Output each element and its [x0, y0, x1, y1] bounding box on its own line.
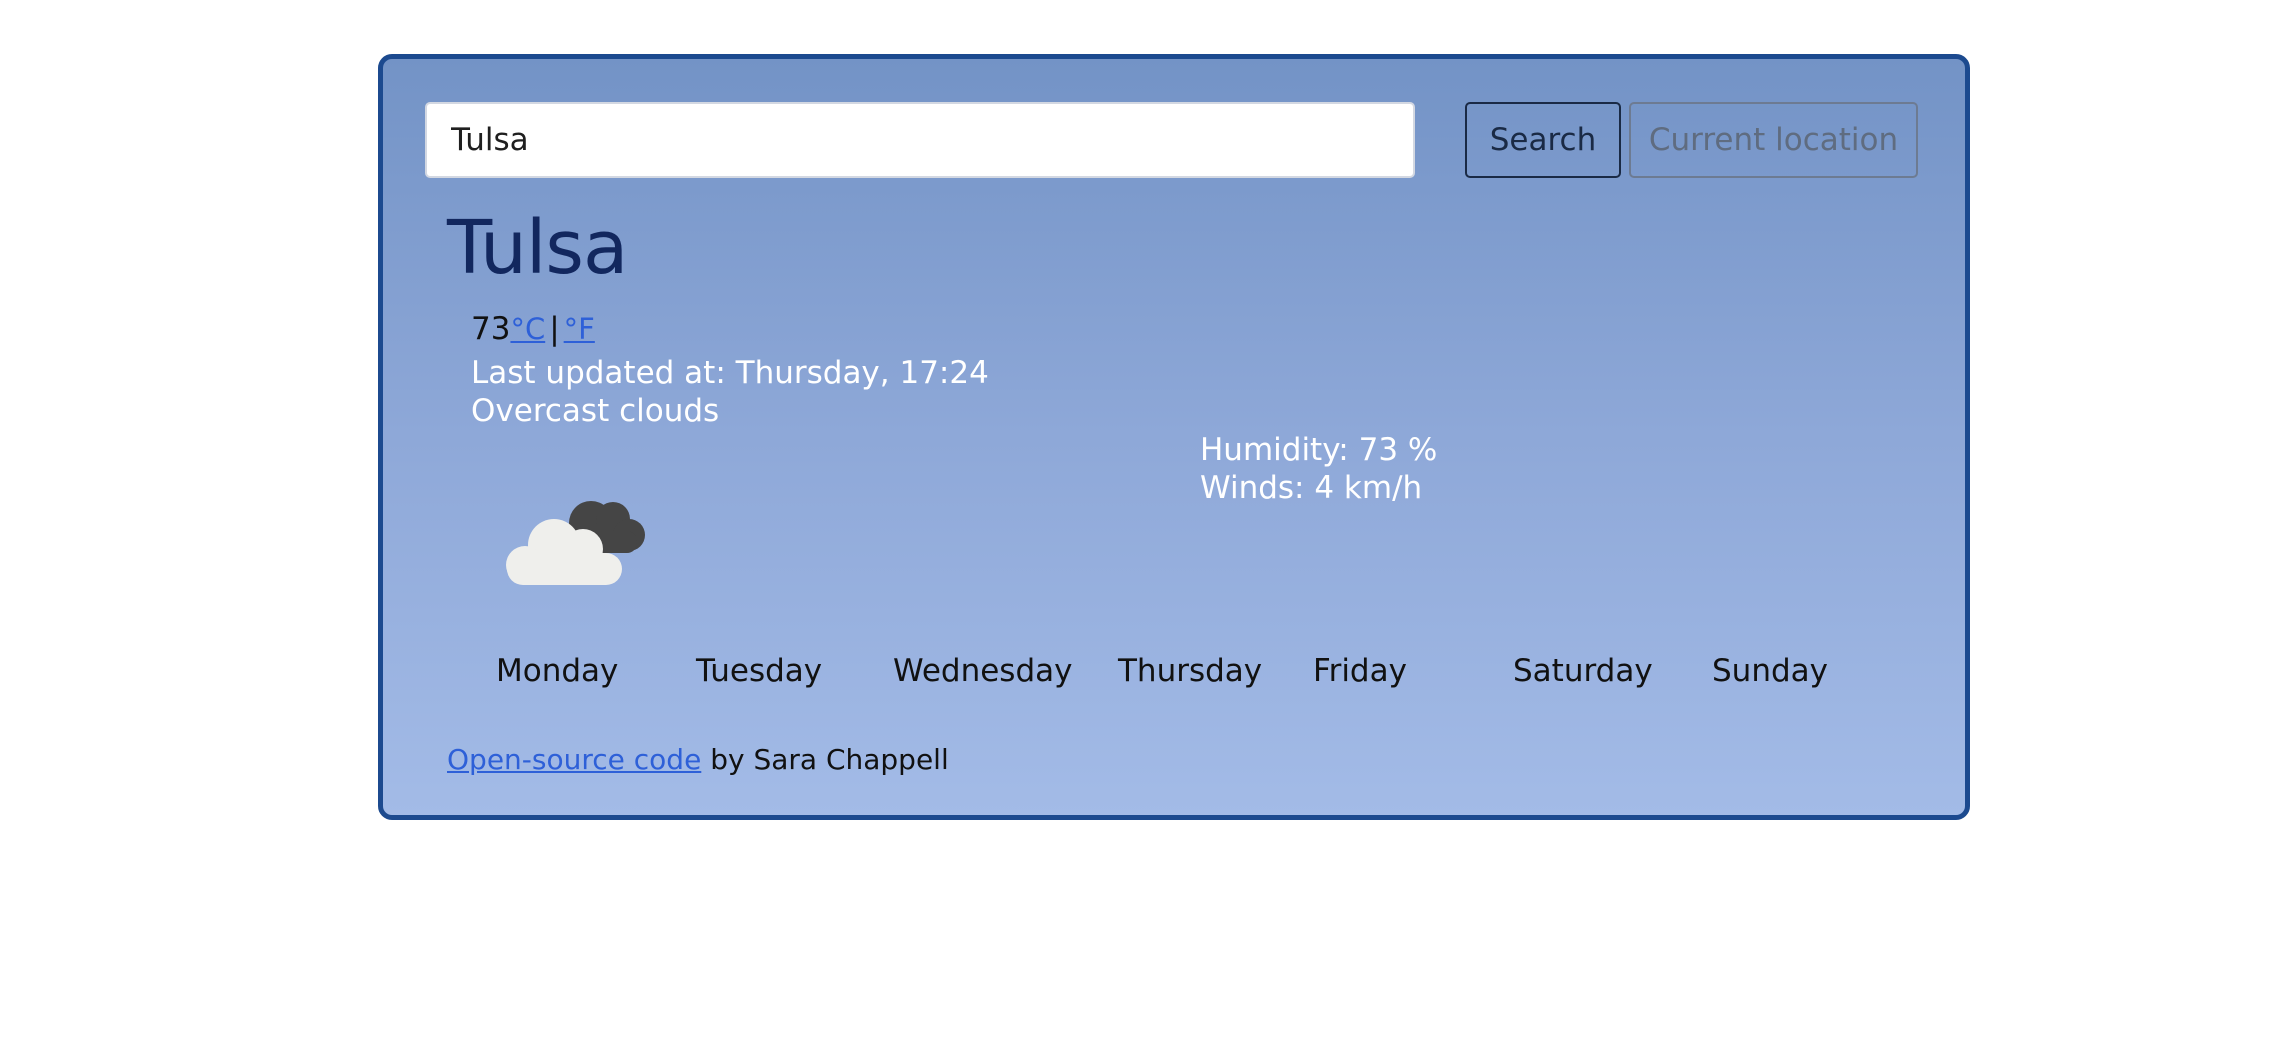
forecast-day-tuesday: Tuesday	[696, 653, 823, 689]
temperature-line: 73°C | °F	[471, 311, 595, 347]
unit-separator: |	[549, 311, 560, 347]
forecast-day-friday: Friday	[1313, 653, 1407, 689]
fahrenheit-link[interactable]: °F	[564, 312, 595, 346]
forecast-day-monday: Monday	[496, 653, 619, 689]
weather-details: Humidity: 73 % Winds: 4 km/h	[1200, 431, 1437, 507]
weather-description: Overcast clouds	[471, 393, 720, 429]
last-updated-text: Last updated at: Thursday, 17:24	[471, 355, 989, 391]
footer: Open-source code by Sara Chappell	[447, 743, 949, 776]
celsius-link[interactable]: °C	[510, 312, 545, 346]
city-title: Tulsa	[447, 205, 628, 291]
open-source-code-link[interactable]: Open-source code	[447, 743, 701, 776]
current-location-button[interactable]: Current location	[1629, 102, 1918, 178]
forecast-days-row: Monday Tuesday Wednesday Thursday Friday…	[383, 653, 1965, 703]
footer-author-text: by Sara Chappell	[701, 743, 949, 776]
overcast-clouds-icon	[506, 501, 645, 585]
search-button[interactable]: Search	[1465, 102, 1621, 178]
temperature-value: 73	[471, 311, 511, 347]
forecast-day-sunday: Sunday	[1712, 653, 1828, 689]
winds-text: Winds: 4 km/h	[1200, 470, 1423, 506]
forecast-day-thursday: Thursday	[1118, 653, 1263, 689]
city-search-input[interactable]	[425, 102, 1415, 178]
weather-app-card: Search Current location Tulsa 73°C|°F La…	[378, 54, 1970, 820]
humidity-text: Humidity: 73 %	[1200, 432, 1438, 468]
forecast-day-saturday: Saturday	[1513, 653, 1653, 689]
forecast-day-wednesday: Wednesday	[893, 653, 1073, 689]
